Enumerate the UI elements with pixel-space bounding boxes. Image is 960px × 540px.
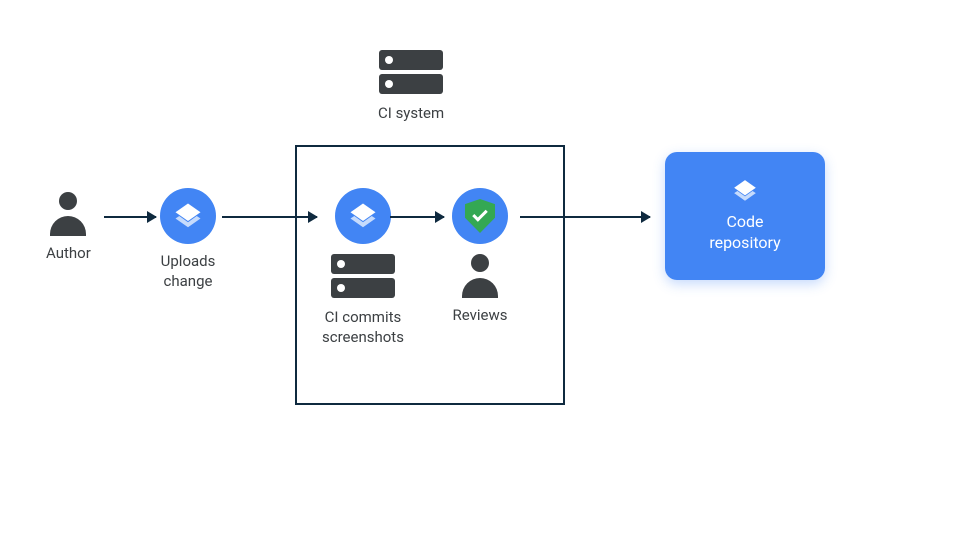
layers-icon [160, 188, 216, 244]
ci-commits-label: CI commits screenshots [322, 308, 404, 347]
shield-check-icon [452, 188, 508, 244]
author-label: Author [46, 244, 91, 264]
ci-system-node: CI system [378, 50, 444, 124]
uploads-change-node: Uploads change [160, 188, 216, 291]
server-icon [331, 254, 395, 302]
uploads-change-label: Uploads change [161, 252, 216, 291]
person-icon [50, 192, 86, 236]
arrow-author-to-uploads [104, 216, 156, 218]
layers-icon [732, 178, 758, 204]
arrow-reviews-to-repo [520, 216, 650, 218]
reviews-label: Reviews [453, 306, 508, 326]
server-icon [379, 50, 443, 98]
author-node: Author [46, 192, 91, 264]
person-icon [462, 254, 498, 298]
code-repository-label: Code repository [709, 212, 780, 254]
layers-icon [335, 188, 391, 244]
code-repository-box: Code repository [665, 152, 825, 280]
ci-system-label: CI system [378, 104, 444, 124]
ci-commits-node: CI commits screenshots [322, 188, 404, 347]
arrow-ci-to-reviews [390, 216, 444, 218]
code-repository-node: Code repository [665, 152, 825, 280]
reviews-node: Reviews [452, 188, 508, 326]
